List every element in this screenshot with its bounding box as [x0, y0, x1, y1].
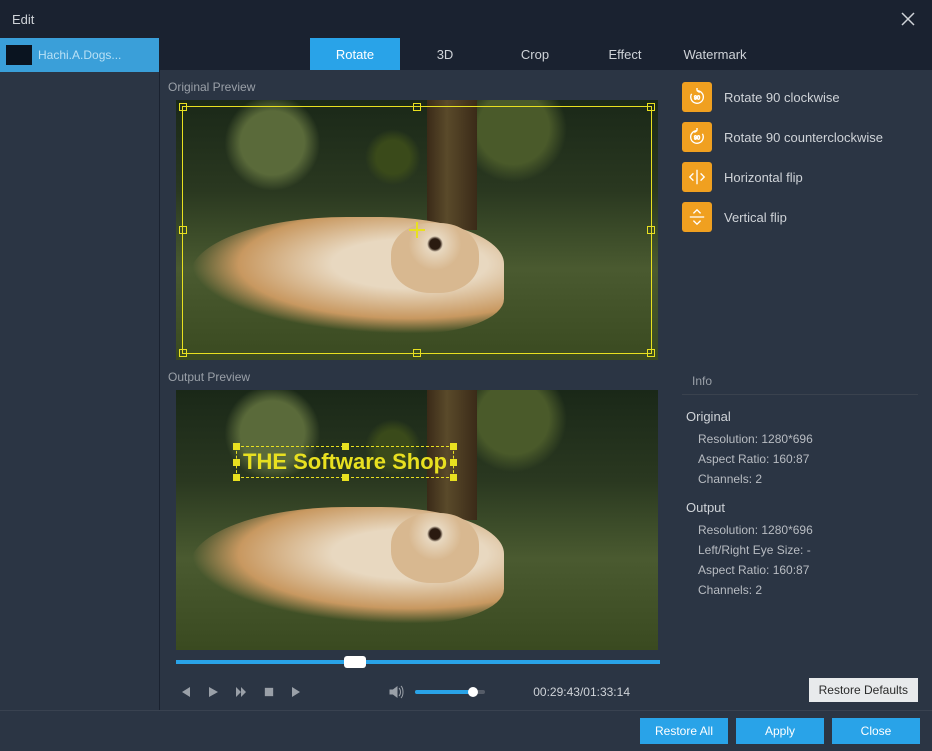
action-label: Rotate 90 counterclockwise — [724, 130, 883, 145]
file-thumbnail — [6, 45, 32, 65]
info-line: Resolution: 1280*696 — [698, 523, 918, 537]
restore-defaults-button[interactable]: Restore Defaults — [809, 678, 918, 702]
original-preview-label: Original Preview — [168, 70, 668, 100]
volume-icon[interactable] — [387, 683, 405, 701]
info-line: Channels: 2 — [698, 472, 918, 486]
window-title: Edit — [12, 12, 34, 27]
flip-v-icon — [682, 202, 712, 232]
watermark-handle[interactable] — [450, 474, 457, 481]
info-line: Aspect Ratio: 160:87 — [698, 452, 918, 466]
watermark-handle[interactable] — [233, 443, 240, 450]
watermark-handle[interactable] — [342, 443, 349, 450]
close-icon[interactable] — [896, 7, 920, 31]
crop-frame[interactable] — [182, 106, 652, 354]
apply-button[interactable]: Apply — [736, 718, 824, 744]
rotate-ccw-icon: 90 — [682, 122, 712, 152]
tab-rotate[interactable]: Rotate — [310, 38, 400, 70]
prev-icon[interactable] — [176, 683, 194, 701]
original-preview[interactable] — [176, 100, 658, 360]
output-preview-label: Output Preview — [168, 360, 668, 390]
right-pane: 90 Rotate 90 clockwise 90 Rotate 90 coun… — [668, 70, 932, 710]
crop-center-icon — [409, 222, 425, 238]
titlebar: Edit — [0, 0, 932, 38]
tab-bar: Rotate 3D Crop Effect Watermark — [160, 38, 932, 70]
watermark-text: THE Software Shop — [243, 449, 447, 474]
flip-h-icon — [682, 162, 712, 192]
action-label: Vertical flip — [724, 210, 787, 225]
crop-handle[interactable] — [179, 226, 187, 234]
watermark-handle[interactable] — [450, 443, 457, 450]
crop-handle[interactable] — [647, 103, 655, 111]
watermark-box[interactable]: THE Software Shop — [236, 446, 454, 478]
watermark-handle[interactable] — [450, 459, 457, 466]
info-line: Resolution: 1280*696 — [698, 432, 918, 446]
action-label: Horizontal flip — [724, 170, 803, 185]
info-line: Channels: 2 — [698, 583, 918, 597]
timeline[interactable] — [176, 656, 660, 668]
flip-horizontal-button[interactable]: Horizontal flip — [682, 162, 918, 192]
rotate-ccw-button[interactable]: 90 Rotate 90 counterclockwise — [682, 122, 918, 152]
flip-vertical-button[interactable]: Vertical flip — [682, 202, 918, 232]
watermark-handle[interactable] — [233, 459, 240, 466]
next-icon[interactable] — [288, 683, 306, 701]
watermark-handle[interactable] — [342, 474, 349, 481]
file-tab[interactable]: Hachi.A.Dogs... — [0, 38, 159, 72]
fast-forward-icon[interactable] — [232, 683, 250, 701]
play-icon[interactable] — [204, 683, 222, 701]
volume-thumb[interactable] — [468, 687, 478, 697]
restore-all-button[interactable]: Restore All — [640, 718, 728, 744]
tab-effect[interactable]: Effect — [580, 38, 670, 70]
close-button[interactable]: Close — [832, 718, 920, 744]
rotate-cw-button[interactable]: 90 Rotate 90 clockwise — [682, 82, 918, 112]
crop-handle[interactable] — [179, 103, 187, 111]
crop-handle[interactable] — [647, 349, 655, 357]
timecode: 00:29:43/01:33:14 — [533, 685, 630, 699]
playback-controls: 00:29:43/01:33:14 — [168, 674, 668, 710]
crop-handle[interactable] — [413, 349, 421, 357]
file-name: Hachi.A.Dogs... — [38, 48, 121, 62]
info-header: Info — [682, 370, 918, 395]
svg-text:90: 90 — [694, 136, 700, 142]
tab-watermark[interactable]: Watermark — [670, 38, 760, 70]
info-original-title: Original — [686, 409, 918, 424]
tab-3d[interactable]: 3D — [400, 38, 490, 70]
info-line: Left/Right Eye Size: - — [698, 543, 918, 557]
crop-handle[interactable] — [179, 349, 187, 357]
svg-text:90: 90 — [694, 96, 700, 102]
crop-handle[interactable] — [647, 226, 655, 234]
rotate-cw-icon: 90 — [682, 82, 712, 112]
output-preview[interactable]: THE Software Shop — [176, 390, 658, 650]
info-output-title: Output — [686, 500, 918, 515]
info-panel: Info Original Resolution: 1280*696 Aspec… — [682, 370, 918, 603]
watermark-handle[interactable] — [233, 474, 240, 481]
stop-icon[interactable] — [260, 683, 278, 701]
info-line: Aspect Ratio: 160:87 — [698, 563, 918, 577]
timeline-thumb[interactable] — [344, 656, 366, 668]
volume-slider[interactable] — [415, 690, 485, 694]
action-label: Rotate 90 clockwise — [724, 90, 840, 105]
tab-crop[interactable]: Crop — [490, 38, 580, 70]
crop-handle[interactable] — [413, 103, 421, 111]
sidebar: Hachi.A.Dogs... — [0, 38, 160, 710]
footer: Restore All Apply Close — [0, 710, 932, 750]
timeline-track — [176, 660, 660, 664]
